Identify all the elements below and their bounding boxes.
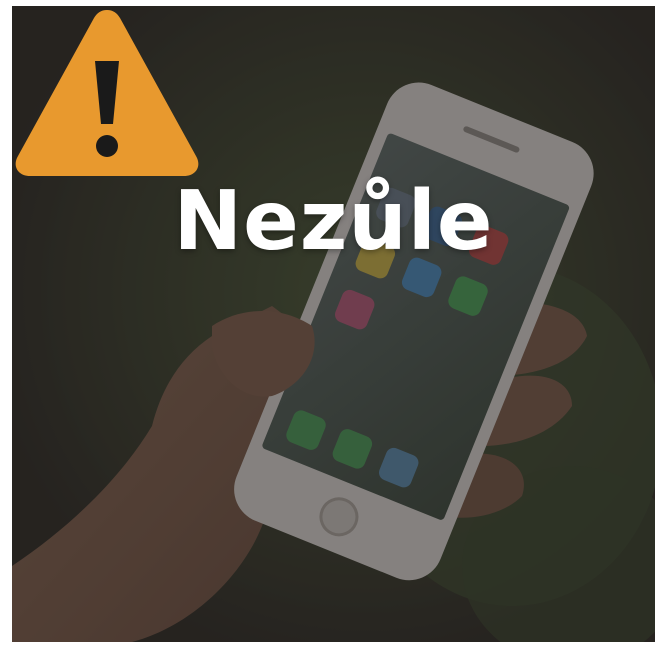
hero-image: Nezůle — [12, 6, 655, 642]
warning-triangle-icon — [15, 10, 199, 176]
headline: Nezůle — [173, 174, 494, 269]
